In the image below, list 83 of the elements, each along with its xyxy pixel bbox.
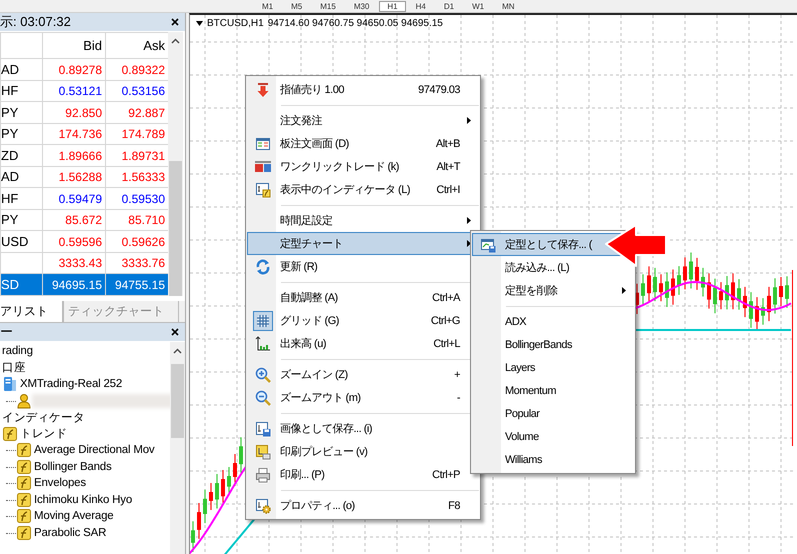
table-cell: 0.53121 (42, 80, 106, 102)
table-cell: AD (0, 58, 42, 80)
indicator-icon (16, 458, 32, 475)
timeframe-button[interactable]: H4 (408, 0, 434, 12)
menu-item[interactable]: ADX (472, 310, 634, 333)
table-cell: 1.89666 (42, 144, 106, 166)
table-cell: PY (0, 209, 42, 231)
tree-item[interactable]: インディケータ (0, 410, 85, 425)
timeframe-button[interactable]: M15 (312, 0, 344, 12)
table-cell: 85.672 (42, 209, 106, 231)
menu-item[interactable]: Popular (472, 402, 634, 425)
table-cell: 174.736 (42, 123, 106, 145)
table-cell: USD (0, 230, 42, 252)
close-icon (171, 328, 179, 336)
indicator-icon (16, 492, 32, 508)
tree-item[interactable]: Bollinger Bands (32, 460, 112, 473)
user-icon (16, 392, 32, 409)
table-cell: HF (0, 80, 42, 102)
timeframe-button[interactable]: MN (494, 0, 523, 12)
panel-title: ー (0, 323, 13, 341)
table-cell: 92.850 (42, 102, 106, 124)
scrollbar-thumb[interactable] (169, 160, 182, 296)
table-cell: HF (0, 188, 42, 210)
timeframe-button[interactable]: H1 (379, 0, 406, 12)
tree-item[interactable]: Envelopes (32, 477, 86, 490)
close-icon (171, 18, 179, 26)
submenu-arrow-icon (467, 117, 471, 124)
timeframe-button[interactable]: D1 (436, 0, 462, 12)
dropdown-triangle-icon (196, 21, 203, 26)
tree-item[interactable]: トレンド (18, 426, 68, 442)
chart-symbol: BTCUSD,H1 (207, 18, 264, 29)
scrollbar[interactable] (168, 32, 183, 296)
indicator-icon (2, 426, 18, 442)
scrollbar-thumb[interactable] (171, 364, 184, 438)
menu-item[interactable]: Momentum (472, 379, 634, 402)
indicator-icon (16, 524, 32, 541)
timeframe-button[interactable]: M5 (283, 0, 310, 12)
menu-item[interactable]: Volume (472, 425, 634, 448)
tree-item[interactable]: 口座 (0, 360, 26, 376)
menu-item[interactable]: 指値売り 1.00 97479.03 (247, 78, 479, 101)
table-cell: ZD (0, 144, 42, 166)
menu-item[interactable]: プロパティ... (o) F8 (247, 494, 479, 517)
panel-title: 示: 03:07:32 (0, 13, 71, 31)
table-cell: 1.56288 (42, 166, 106, 188)
timeframe-button[interactable]: M30 (346, 0, 378, 12)
indicator-icon (16, 475, 32, 492)
table-cell: 0.89278 (42, 58, 106, 80)
menu-item[interactable]: 板注文画面 (D) Alt+B (247, 132, 479, 155)
table-cell: 94695.15 (42, 274, 106, 296)
table-cell: 0.59479 (42, 188, 106, 210)
scrollbar[interactable] (170, 342, 185, 554)
menu-item[interactable]: Williams (472, 448, 634, 471)
menu-item[interactable]: 注文発注 (247, 109, 479, 132)
column-header[interactable]: Bid (42, 32, 106, 59)
tree-item[interactable]: rading (0, 345, 33, 358)
table-cell: 94755.15 (106, 274, 168, 296)
tree-item[interactable]: Average Directional Mov (32, 444, 154, 456)
table-cell: SD (0, 274, 42, 296)
table-cell: AD (0, 166, 42, 188)
timeframe-button[interactable]: M1 (254, 0, 282, 12)
indicator-icon (16, 442, 32, 458)
table-cell: PY (0, 102, 42, 124)
tree-item[interactable]: Moving Average (32, 510, 114, 522)
table-cell: 0.59596 (42, 230, 106, 252)
menu-item[interactable]: BollingerBands (472, 333, 634, 356)
menu-item[interactable]: 定型を削除 (472, 279, 634, 302)
tab[interactable]: アリスト (0, 301, 63, 323)
tree-item[interactable]: XMTrading-Real 252 (18, 378, 122, 390)
menu-item[interactable]: Layers (472, 356, 634, 379)
timeframe-button[interactable]: W1 (464, 0, 492, 12)
submenu-arrow-icon (622, 287, 626, 294)
menu-item[interactable]: 時間足設定 (247, 209, 479, 232)
scroll-up-icon (173, 348, 182, 354)
menu-item[interactable]: ワンクリックトレード (k) Alt+T (247, 155, 479, 178)
chart-ohlc: 94714.60 94760.75 94650.05 94695.15 (268, 18, 443, 29)
menu-item[interactable]: 表示中のインディケータ (L) Ctrl+I (247, 178, 479, 201)
tree-item[interactable]: Parabolic SAR (32, 526, 106, 539)
submenu-arrow-icon (467, 217, 471, 224)
table-cell: PY (0, 123, 42, 145)
scroll-up-icon (171, 38, 180, 44)
submenu-arrow-icon (467, 240, 471, 247)
tree-item[interactable]: Ichimoku Kinko Hyo (32, 494, 132, 506)
indicator-icon (16, 508, 32, 524)
